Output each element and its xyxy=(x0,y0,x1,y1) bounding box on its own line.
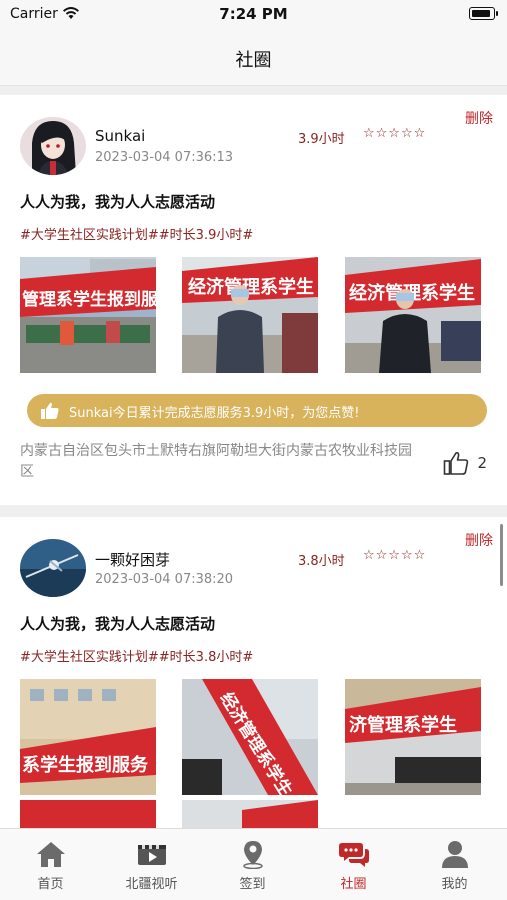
praise-banner: Sunkai今日累计完成志愿服务3.9小时，为您点赞! xyxy=(27,394,487,427)
chat-bubbles-icon xyxy=(338,843,369,867)
post-photo[interactable]: 经济管理系学生 xyxy=(182,679,318,795)
tab-label: 签到 xyxy=(239,877,266,892)
home-icon xyxy=(36,842,65,867)
video-icon xyxy=(137,845,166,865)
battery-icon xyxy=(469,7,498,20)
person-icon xyxy=(441,841,468,868)
like-count: 2 xyxy=(477,454,487,472)
post-card[interactable]: 一颗好困芽 2023-03-04 07:38:20 3.8小时 ☆☆☆☆☆ 删除… xyxy=(0,517,507,828)
tab-label: 北疆视听 xyxy=(125,877,178,892)
like-icon[interactable] xyxy=(443,450,469,476)
tab-label: 我的 xyxy=(441,877,468,892)
post-timestamp: 2023-03-04 07:36:13 xyxy=(95,150,234,165)
tab-bar: 首页 北疆视听 签到 社圈 我的 xyxy=(0,828,507,900)
post-photo[interactable]: 经济管理系学生 xyxy=(182,257,318,373)
location-pin-icon xyxy=(242,841,263,869)
tab-label: 首页 xyxy=(37,877,64,892)
delete-button[interactable]: 删除 xyxy=(465,530,493,550)
tab-home[interactable]: 首页 xyxy=(0,829,101,900)
avatar[interactable] xyxy=(20,539,86,597)
post-tags[interactable]: #大学生社区实践计划##时长3.8小时# xyxy=(20,646,253,665)
post-title: 人人为我，我为人人志愿活动 xyxy=(20,193,216,211)
post-photo[interactable] xyxy=(20,800,156,828)
page-title: 社圈 xyxy=(235,50,272,71)
avatar[interactable] xyxy=(20,117,86,175)
post-photo[interactable] xyxy=(182,800,318,828)
post-photo[interactable]: 管理系学生报到服务 xyxy=(20,257,156,373)
post-feed[interactable]: Sunkai 2023-03-04 07:36:13 3.9小时 ☆☆☆☆☆ 删… xyxy=(0,95,507,828)
screen: Carrier 7:24 PM 社圈 Sunkai 2023-03-04 07:… xyxy=(0,0,507,900)
svg-text:经济管理系学生: 经济管理系学生 xyxy=(188,276,314,298)
tab-profile[interactable]: 我的 xyxy=(404,829,505,900)
delete-button[interactable]: 删除 xyxy=(465,108,493,128)
volunteer-hours: 3.8小时 xyxy=(298,554,345,569)
like-button[interactable]: 2 xyxy=(441,450,487,476)
star-rating: ☆☆☆☆☆ xyxy=(363,126,427,141)
post-tags[interactable]: #大学生社区实践计划##时长3.9小时# xyxy=(20,224,253,243)
post-card[interactable]: Sunkai 2023-03-04 07:36:13 3.9小时 ☆☆☆☆☆ 删… xyxy=(0,95,507,505)
star-rating: ☆☆☆☆☆ xyxy=(363,548,427,563)
svg-text:济管理系学生: 济管理系学生 xyxy=(349,714,457,736)
scrollbar[interactable] xyxy=(500,524,503,586)
post-timestamp: 2023-03-04 07:38:20 xyxy=(95,572,234,587)
thumbs-up-icon xyxy=(41,402,59,419)
svg-text:系学生报到服务: 系学生报到服务 xyxy=(22,754,149,776)
navigation-bar: 社圈 xyxy=(0,28,507,86)
location-text: 内蒙古自治区包头市土默特右旗阿勒坦大街内蒙古农牧业科技园区 xyxy=(20,443,412,480)
username[interactable]: 一颗好困芽 xyxy=(95,549,170,570)
status-bar: Carrier 7:24 PM xyxy=(0,0,507,28)
tab-community[interactable]: 社圈 xyxy=(303,829,404,900)
praise-text: Sunkai今日累计完成志愿服务3.9小时，为您点赞! xyxy=(69,406,360,421)
volunteer-hours: 3.9小时 xyxy=(298,132,345,147)
tab-checkin[interactable]: 签到 xyxy=(202,829,303,900)
post-photo[interactable]: 系学生报到服务 xyxy=(20,679,156,795)
tab-video[interactable]: 北疆视听 xyxy=(101,829,202,900)
post-photo[interactable]: 经济管理系学生 xyxy=(345,257,481,373)
post-photo[interactable]: 济管理系学生 xyxy=(345,679,481,795)
clock: 7:24 PM xyxy=(219,5,288,23)
svg-text:管理系学生报到服务: 管理系学生报到服务 xyxy=(22,289,156,310)
post-title: 人人为我，我为人人志愿活动 xyxy=(20,615,216,633)
username[interactable]: Sunkai xyxy=(95,127,145,145)
tab-label: 社圈 xyxy=(340,877,367,892)
